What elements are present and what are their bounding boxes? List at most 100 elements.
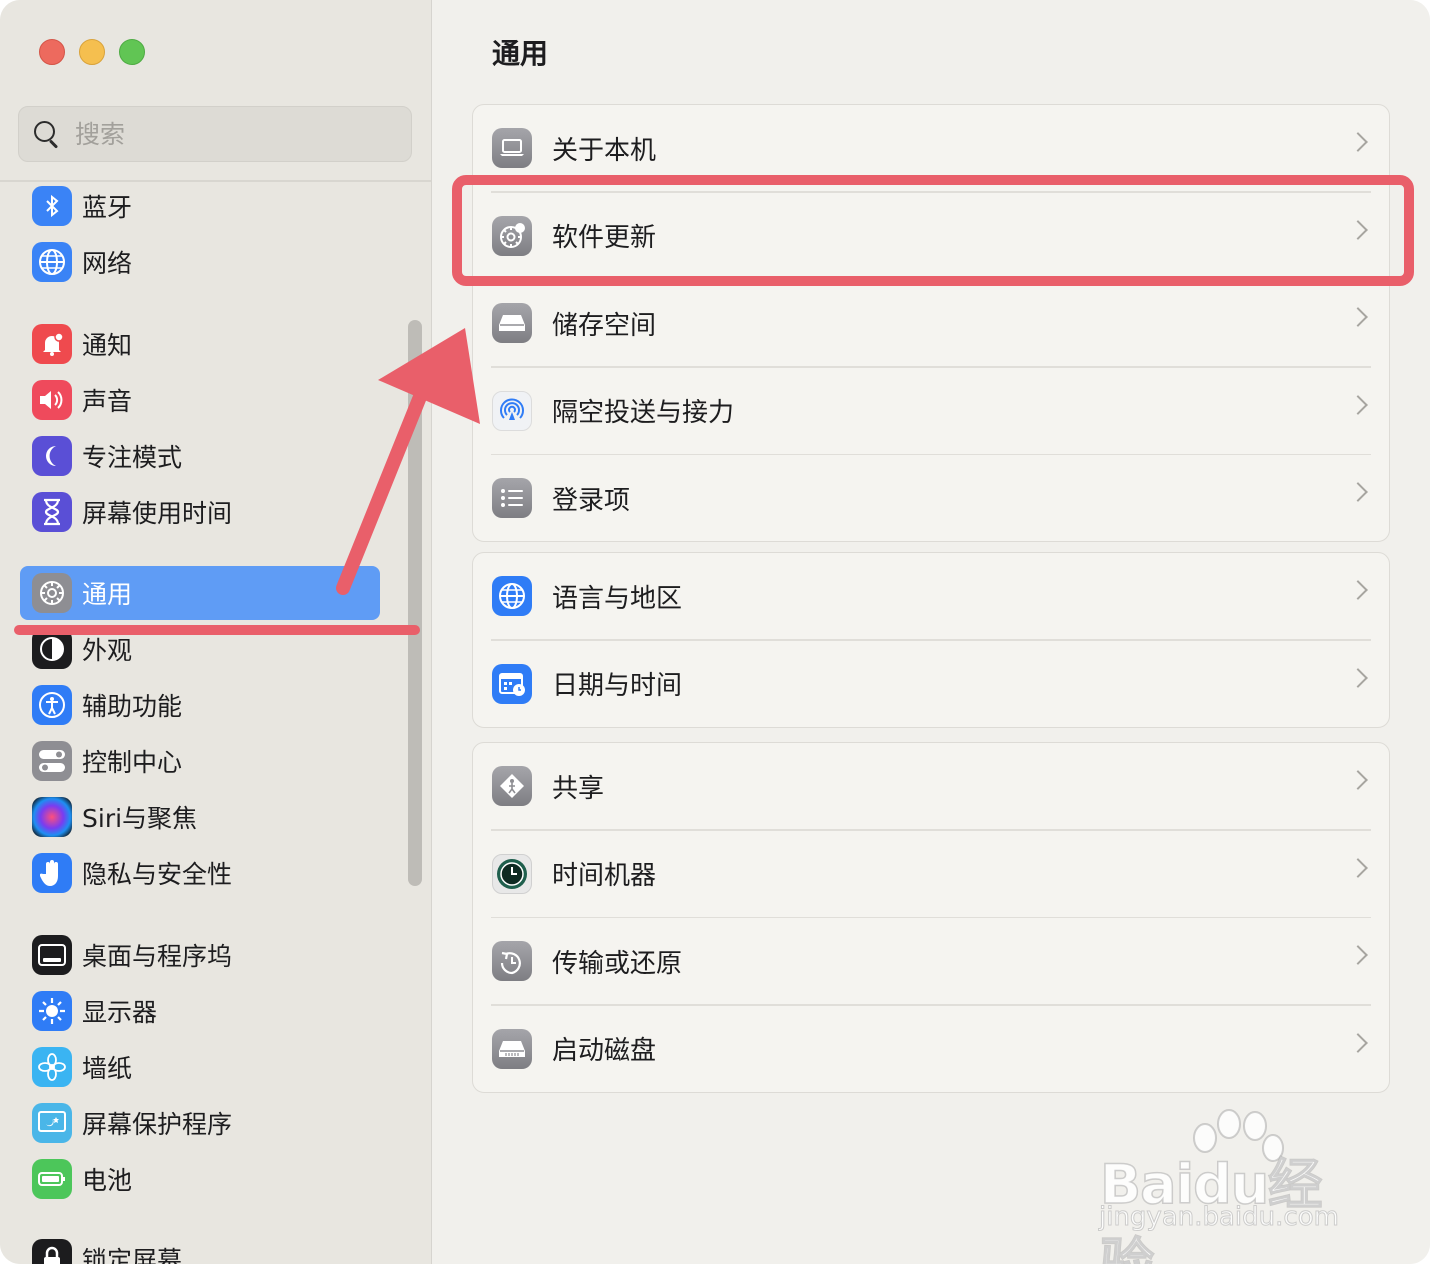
- sidebar-item-label: 外观: [82, 636, 133, 665]
- chevron-right-icon: [1348, 945, 1368, 965]
- flower-icon: [32, 1047, 72, 1087]
- calendar-clock-icon: [492, 663, 532, 704]
- sidebar-item-label: 声音: [82, 387, 133, 416]
- time-machine-icon: [492, 853, 532, 894]
- sidebar-item-label: 显示器: [82, 998, 158, 1027]
- hourglass-icon: [32, 492, 72, 532]
- bluetooth-icon: [32, 186, 72, 226]
- sidebar-item-label: 专注模式: [82, 443, 183, 472]
- window-controls: [39, 39, 145, 65]
- row-label: 登录项: [552, 485, 631, 516]
- row-label: 启动磁盘: [552, 1036, 657, 1066]
- dock-icon: [32, 935, 72, 975]
- row-label: 软件更新: [552, 223, 657, 253]
- accessibility-icon: [32, 685, 72, 725]
- sidebar-item-label: 通知: [82, 331, 133, 360]
- globe-icon: [492, 576, 532, 616]
- chevron-right-icon: [1348, 857, 1368, 878]
- row-sharing[interactable]: 共享: [473, 743, 1389, 829]
- sidebar-item-network[interactable]: 网络: [20, 235, 380, 289]
- sidebar-item-wallpaper[interactable]: 墙纸: [20, 1040, 380, 1094]
- sidebar-item-screensaver[interactable]: 屏幕保护程序: [20, 1096, 380, 1150]
- chevron-right-icon: [1348, 394, 1368, 415]
- sidebar-item-label: 蓝牙: [82, 193, 133, 222]
- laptop-icon: [492, 128, 532, 168]
- sidebar-item-siri[interactable]: Siri与聚焦: [20, 790, 380, 844]
- chevron-right-icon: [1348, 580, 1368, 600]
- sidebar-item-label: Siri与聚焦: [82, 804, 198, 833]
- sidebar-item-focus[interactable]: 专注模式: [20, 429, 380, 483]
- row-label: 隔空投送与接力: [552, 398, 735, 428]
- search-field[interactable]: [18, 106, 412, 162]
- row-startup-disk[interactable]: 启动磁盘: [473, 1006, 1389, 1092]
- row-label: 语言与地区: [552, 583, 683, 614]
- annotation-underline: [14, 625, 420, 635]
- drive-icon: [492, 303, 532, 343]
- row-label: 传输或还原: [552, 948, 683, 979]
- row-time-machine[interactable]: 时间机器: [473, 831, 1389, 917]
- sidebar-item-accessibility[interactable]: 辅助功能: [20, 678, 380, 732]
- lock-icon: [32, 1239, 72, 1264]
- bell-icon: [32, 324, 72, 364]
- list-icon: [492, 478, 532, 518]
- sidebar-item-lock-screen[interactable]: 锁定屏幕: [20, 1232, 380, 1264]
- sidebar-item-label: 网络: [82, 249, 133, 278]
- hand-icon: [32, 853, 72, 893]
- moon-icon: [32, 436, 72, 476]
- sidebar-item-desktop-dock[interactable]: 桌面与程序坞: [20, 928, 380, 982]
- chevron-right-icon: [1348, 770, 1368, 790]
- sidebar-item-label: 通用: [82, 580, 133, 609]
- row-software-update[interactable]: 软件更新: [473, 193, 1389, 279]
- battery-icon: [32, 1159, 72, 1199]
- page-title: 通用: [492, 37, 549, 70]
- row-label: 储存空间: [552, 310, 657, 341]
- sidebar-item-general[interactable]: 通用: [20, 566, 380, 620]
- row-label: 时间机器: [552, 861, 657, 891]
- search-input[interactable]: [75, 119, 375, 149]
- sidebar-scrollbar[interactable]: [408, 320, 422, 886]
- sun-icon: [32, 991, 72, 1031]
- sidebar-item-label: 电池: [82, 1166, 133, 1195]
- sharing-icon: [492, 766, 532, 806]
- close-window-button[interactable]: [39, 39, 65, 65]
- restore-icon: [492, 941, 532, 981]
- sidebar-item-label: 屏幕使用时间: [82, 499, 233, 528]
- sidebar-item-battery[interactable]: 电池: [20, 1152, 380, 1206]
- row-transfer-restore[interactable]: 传输或还原: [473, 918, 1389, 1004]
- search-icon: [33, 120, 61, 148]
- gear-badge-icon: [492, 215, 532, 256]
- row-about[interactable]: 关于本机: [473, 105, 1389, 191]
- sidebar-item-privacy[interactable]: 隐私与安全性: [20, 846, 380, 900]
- row-date-time[interactable]: 日期与时间: [473, 641, 1389, 727]
- sidebar-item-screen-time[interactable]: 屏幕使用时间: [20, 485, 380, 539]
- sidebar-item-notifications[interactable]: 通知: [20, 317, 380, 371]
- chevron-right-icon: [1348, 307, 1368, 327]
- sidebar-item-label: 桌面与程序坞: [82, 942, 233, 971]
- toggles-icon: [32, 741, 72, 781]
- appearance-icon: [32, 629, 72, 669]
- chevron-right-icon: [1348, 132, 1368, 152]
- row-airdrop[interactable]: 隔空投送与接力: [473, 368, 1389, 454]
- sidebar-item-label: 隐私与安全性: [82, 860, 233, 889]
- sidebar-item-bluetooth[interactable]: 蓝牙: [20, 179, 380, 233]
- gear-icon: [32, 573, 72, 613]
- row-storage[interactable]: 储存空间: [473, 280, 1389, 366]
- sidebar-item-label: 屏幕保护程序: [82, 1110, 233, 1139]
- row-language-region[interactable]: 语言与地区: [473, 553, 1389, 639]
- disk-icon: [492, 1028, 532, 1069]
- row-login-items[interactable]: 登录项: [473, 455, 1389, 541]
- sidebar-item-sound[interactable]: 声音: [20, 373, 380, 427]
- speaker-icon: [32, 380, 72, 420]
- sidebar-item-displays[interactable]: 显示器: [20, 984, 380, 1038]
- minimize-window-button[interactable]: [79, 39, 105, 65]
- airdrop-icon: [492, 390, 532, 431]
- settings-group-region: 语言与地区 日期与时间: [472, 552, 1390, 728]
- sidebar-item-control-center[interactable]: 控制中心: [20, 734, 380, 788]
- row-label: 共享: [552, 773, 605, 804]
- settings-group-system: 关于本机 软件更新 储存空间 隔空投送与接力 登录项: [472, 104, 1390, 542]
- siri-icon: [32, 797, 72, 837]
- zoom-window-button[interactable]: [119, 39, 145, 65]
- settings-group-sharing: 共享 时间机器 传输或还原 启动磁盘: [472, 742, 1390, 1093]
- chevron-right-icon: [1348, 667, 1368, 688]
- network-globe-icon: [32, 242, 72, 282]
